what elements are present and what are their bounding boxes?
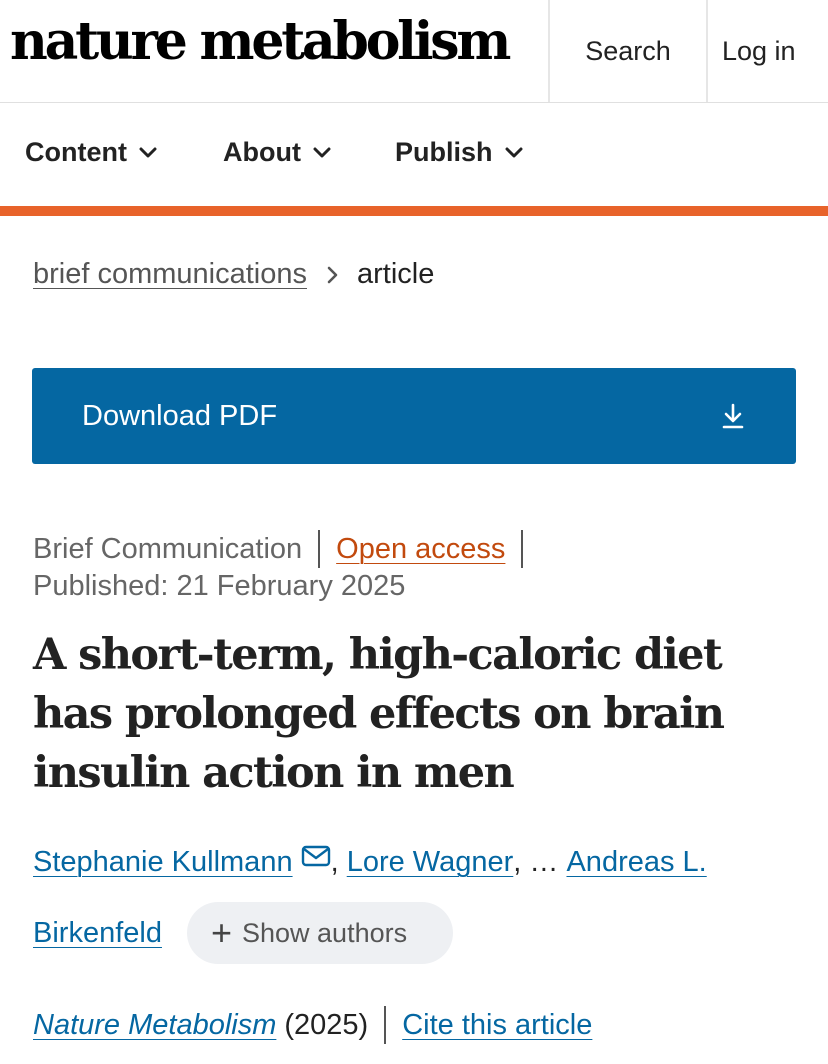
author-list-continued: Birkenfeld + Show authors	[33, 902, 453, 964]
author-link[interactable]: Stephanie Kullmann	[33, 846, 293, 879]
search-button[interactable]: Search	[548, 0, 706, 102]
open-access-link[interactable]: Open access	[336, 533, 505, 566]
plus-icon: +	[210, 912, 232, 953]
accent-divider	[0, 206, 828, 216]
published-date: Published: 21 February 2025	[33, 570, 406, 602]
show-authors-button[interactable]: + Show authors	[186, 902, 453, 964]
author-separator	[558, 846, 566, 879]
nav-item-about[interactable]: About	[223, 137, 331, 168]
nav-item-publish[interactable]: Publish	[395, 137, 523, 168]
author-link[interactable]: Andreas L.	[566, 846, 706, 879]
download-pdf-label: Download PDF	[82, 399, 278, 432]
article-title: A short-term, high-caloric diet has prol…	[33, 630, 725, 798]
journal-logo[interactable]: nature metabolism	[10, 16, 511, 68]
nav-item-label: About	[223, 137, 301, 167]
journal-citation: Nature Metabolism (2025) Cite this artic…	[33, 1006, 592, 1044]
download-icon	[722, 403, 744, 429]
nav-item-label: Publish	[395, 137, 493, 167]
site-header: nature metabolism Search Log in	[0, 0, 828, 103]
main-nav: Content About Publish	[0, 103, 828, 206]
divider	[318, 530, 321, 568]
chevron-down-icon	[139, 147, 157, 157]
chevron-down-icon	[505, 147, 523, 157]
divider	[521, 530, 524, 568]
login-button[interactable]: Log in	[706, 0, 828, 102]
author-separator: ,	[330, 846, 347, 878]
divider	[384, 1006, 387, 1044]
download-pdf-button[interactable]: Download PDF	[32, 368, 796, 464]
article-meta: Brief Communication Open access	[33, 530, 539, 568]
cite-article-link[interactable]: Cite this article	[402, 1009, 592, 1042]
breadcrumb-link-parent[interactable]: brief communications	[33, 258, 307, 291]
nav-item-content[interactable]: Content	[25, 137, 157, 168]
author-separator: ,	[513, 846, 530, 878]
show-authors-label: Show authors	[242, 917, 408, 948]
article-type: Brief Communication	[33, 532, 303, 565]
chevron-down-icon	[313, 147, 331, 157]
chevron-right-icon	[327, 266, 339, 284]
author-link[interactable]: Lore Wagner	[347, 846, 514, 879]
nav-item-label: Content	[25, 137, 127, 167]
mail-icon[interactable]	[301, 844, 331, 868]
publication-year: (2025)	[284, 1008, 369, 1041]
author-link[interactable]: Birkenfeld	[33, 917, 162, 950]
author-list: Stephanie Kullmann , Lore Wagner , … And…	[33, 844, 707, 879]
journal-link[interactable]: Nature Metabolism	[33, 1009, 276, 1042]
breadcrumb-current: article	[357, 258, 435, 290]
author-ellipsis: …	[529, 846, 559, 878]
breadcrumb: brief communications article	[33, 258, 434, 291]
